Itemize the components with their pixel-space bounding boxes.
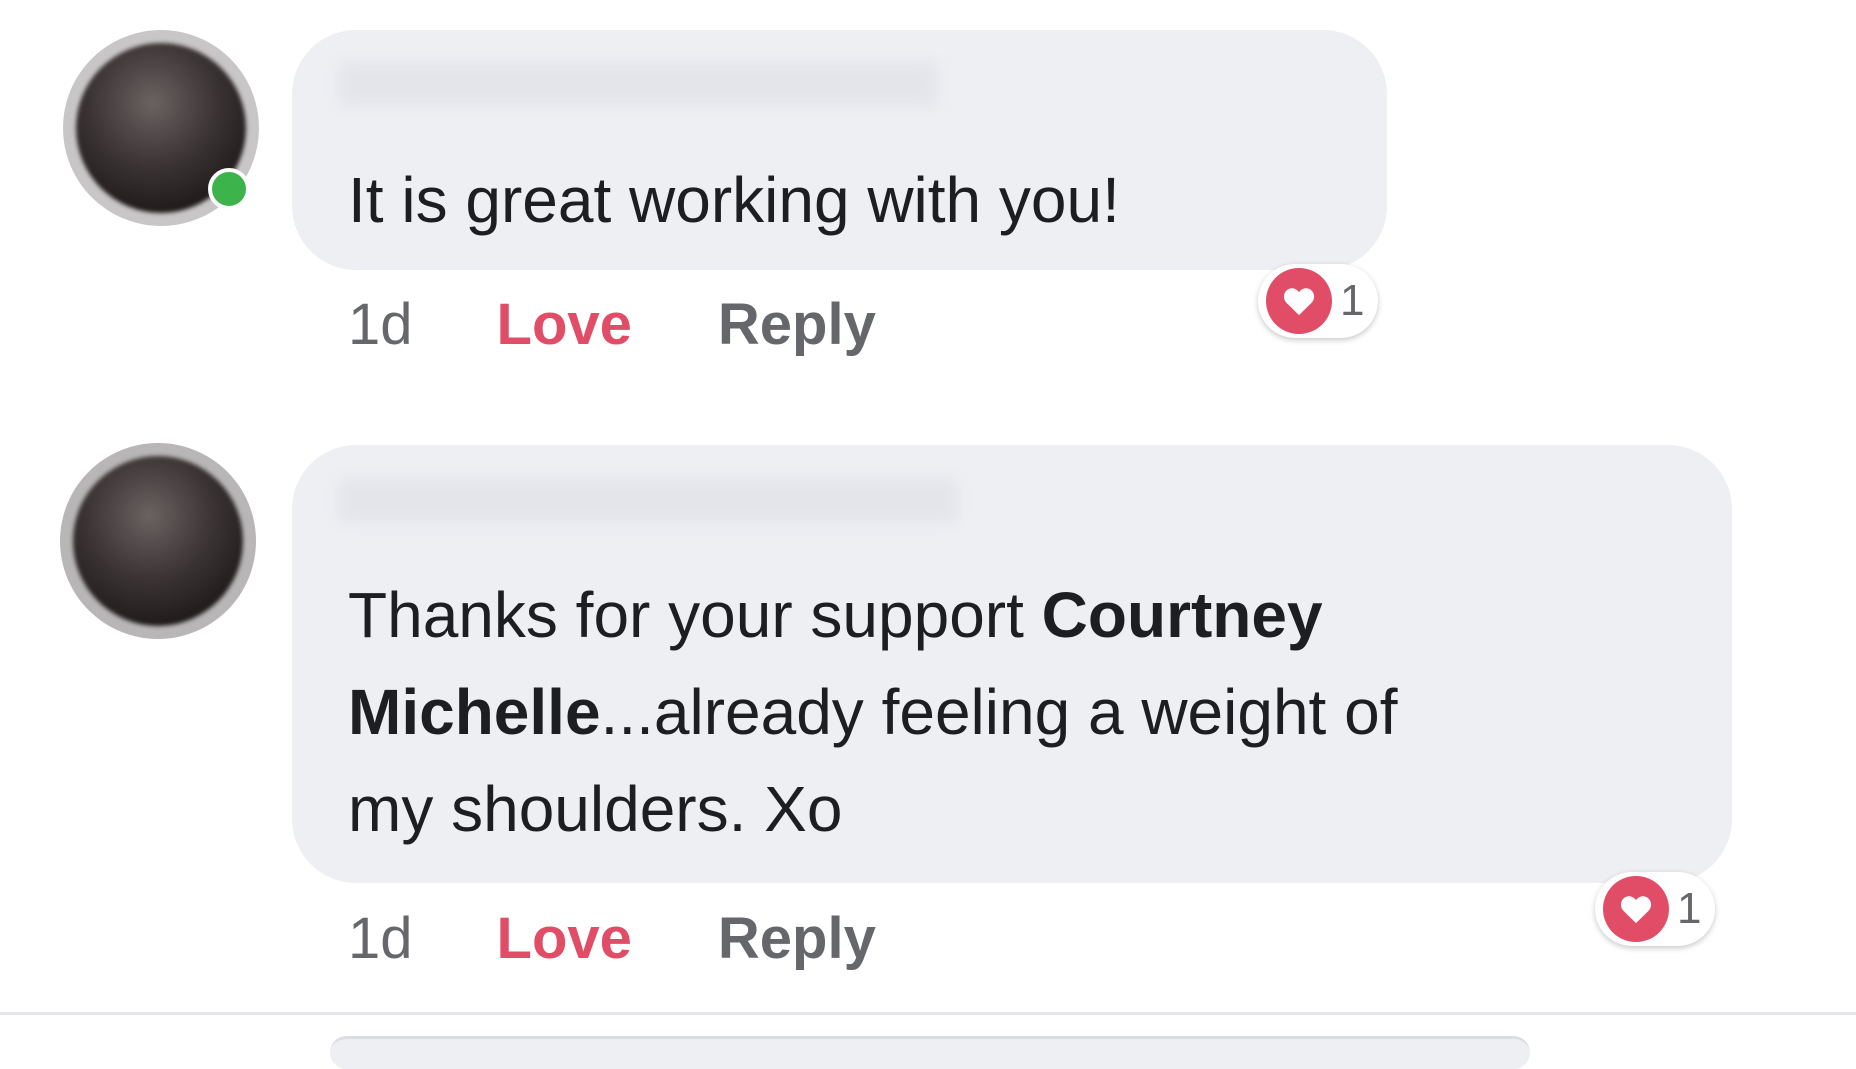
comment-bubble: It is great working with you!	[292, 30, 1387, 270]
mention-link[interactable]: Michelle	[348, 676, 601, 748]
divider	[0, 1012, 1856, 1015]
author-name-redacted[interactable]	[338, 62, 938, 106]
comment-text: Thanks for your support Courtney Michell…	[348, 567, 1397, 858]
comment-line-2: Michelle...already feeling a weight of	[348, 676, 1398, 748]
comment-timestamp[interactable]: 1d	[348, 904, 413, 974]
comment-line-3: my shoulders. Xo	[348, 773, 843, 845]
heart-reaction-icon	[1603, 876, 1669, 942]
love-button[interactable]: Love	[497, 290, 632, 360]
reaction-count: 1	[1677, 884, 1702, 933]
love-button[interactable]: Love	[497, 904, 632, 974]
heart-reaction-icon	[1266, 268, 1332, 334]
comment-bubble: Thanks for your support Courtney Michell…	[292, 445, 1732, 883]
comment-timestamp[interactable]: 1d	[348, 290, 413, 360]
reply-button[interactable]: Reply	[718, 290, 876, 360]
comment-line-1: Thanks for your support Courtney	[348, 579, 1323, 651]
author-name-redacted[interactable]	[338, 479, 958, 523]
avatar-image	[73, 456, 243, 626]
avatar[interactable]	[60, 443, 256, 639]
reply-button[interactable]: Reply	[718, 904, 876, 974]
next-comment-bubble-edge	[330, 1036, 1530, 1069]
reaction-summary[interactable]: 1	[1258, 264, 1379, 338]
mention-link[interactable]: Courtney	[1042, 579, 1323, 651]
comment-text: It is great working with you!	[348, 164, 1120, 236]
comment-actions: 1d Love Reply	[348, 290, 876, 360]
comment-actions: 1d Love Reply	[348, 904, 876, 974]
reaction-count: 1	[1340, 276, 1365, 325]
online-status-dot	[208, 168, 250, 210]
reaction-summary[interactable]: 1	[1595, 872, 1716, 946]
